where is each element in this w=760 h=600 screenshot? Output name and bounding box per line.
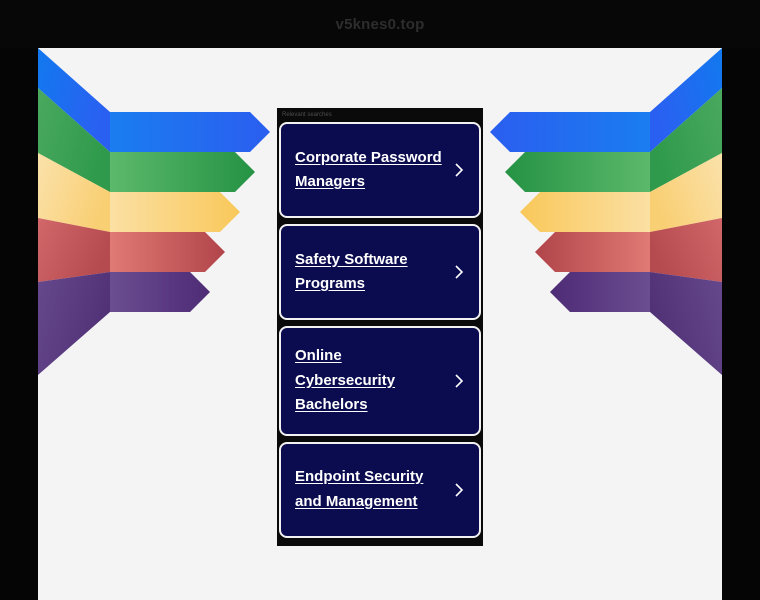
- content-sheet: Relevant searches Corporate Password Man…: [38, 48, 722, 600]
- chevron-right-icon: [453, 480, 465, 500]
- title-bar: v5knes0.top: [0, 0, 760, 48]
- chevron-right-icon: [453, 371, 465, 391]
- list-item[interactable]: Endpoint Security and Management: [279, 441, 481, 538]
- chevron-right-icon: [453, 262, 465, 282]
- arrow-bands-left: [38, 48, 278, 388]
- list-item[interactable]: Safety Software Programs: [279, 224, 481, 320]
- related-searches-heading: Relevant searches: [282, 112, 332, 118]
- related-searches-panel: Relevant searches Corporate Password Man…: [277, 108, 483, 546]
- list-item[interactable]: Online Cybersecurity Bachelors: [279, 326, 481, 436]
- arrow-bands-right: [482, 48, 722, 388]
- list-item[interactable]: Corporate Password Managers: [279, 122, 481, 218]
- ad-link-label[interactable]: Corporate Password Managers: [295, 146, 453, 195]
- ad-link-label[interactable]: Safety Software Programs: [295, 248, 453, 297]
- ad-link-label[interactable]: Online Cybersecurity Bachelors: [295, 344, 453, 418]
- related-searches-list: Corporate Password Managers Safety Softw…: [277, 122, 483, 546]
- ad-link-label[interactable]: Endpoint Security and Management: [295, 465, 453, 514]
- chevron-right-icon: [453, 160, 465, 180]
- browser-page: v5knes0.top Relevant searches Corporate …: [0, 0, 760, 600]
- page-title: v5knes0.top: [335, 15, 425, 33]
